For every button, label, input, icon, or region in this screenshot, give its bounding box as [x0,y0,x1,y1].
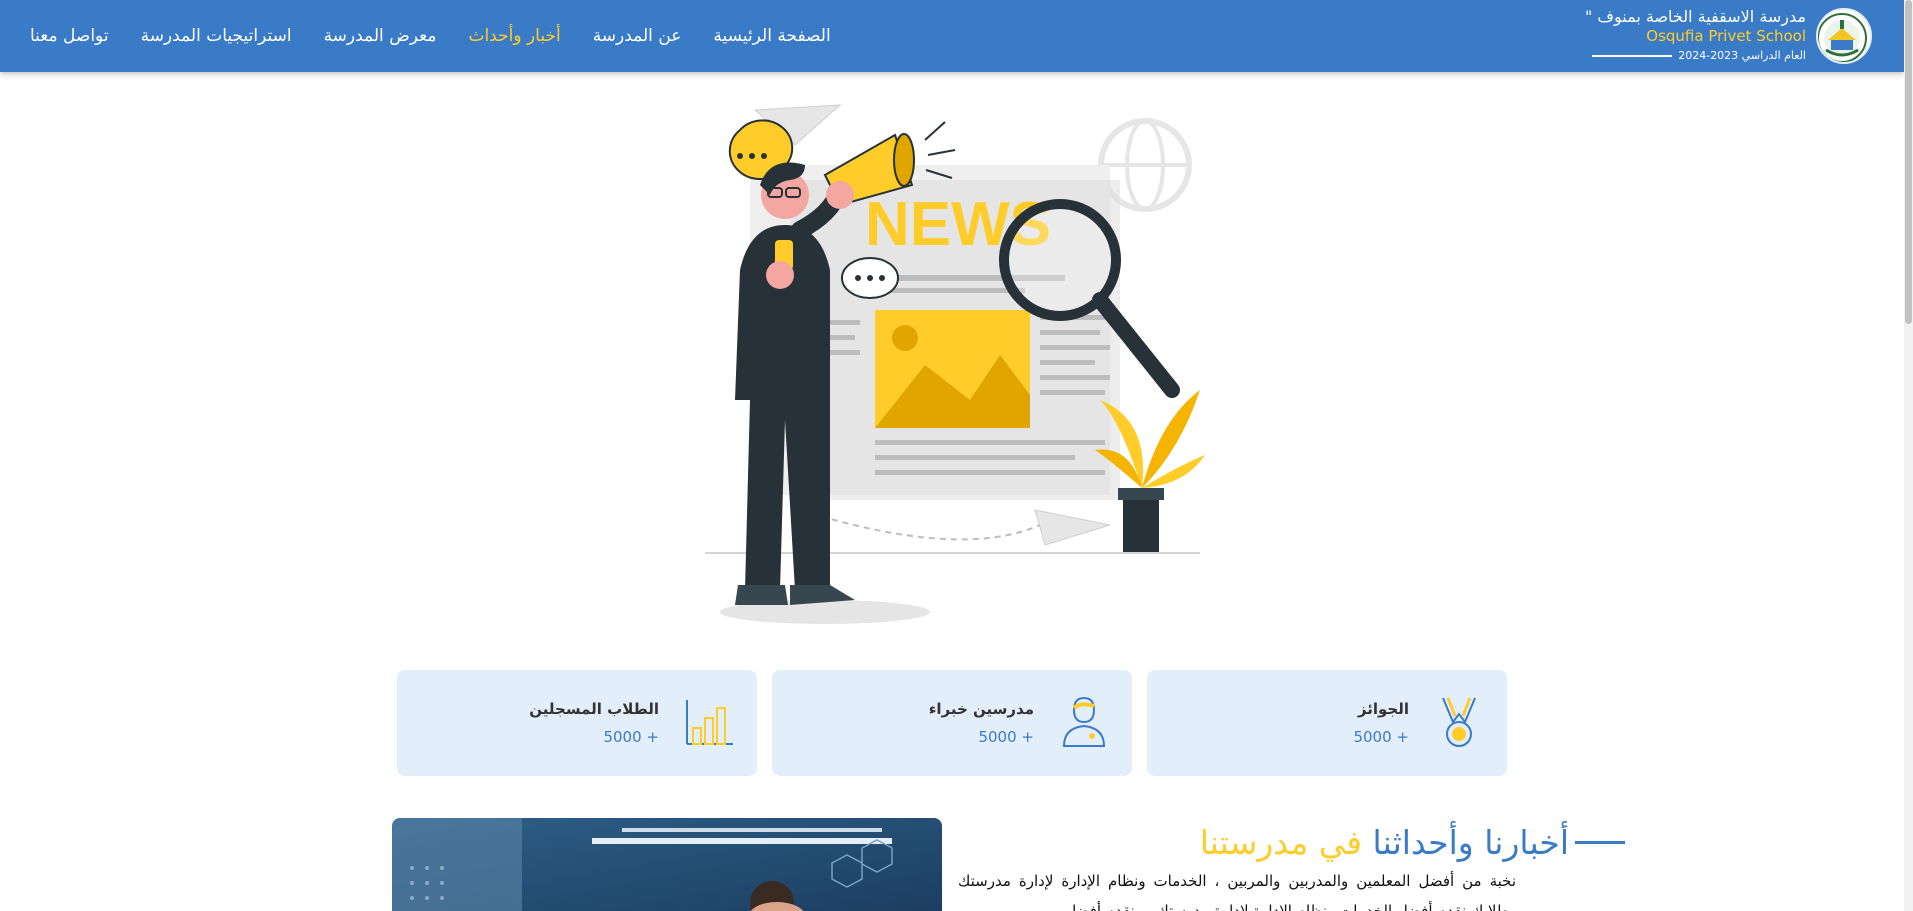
nav-item-gallery[interactable]: معرض المدرسة [324,26,437,46]
nav-item-news[interactable]: أخبار وأحداث [468,26,560,46]
school-crest-icon [1818,13,1867,62]
stat-title: الطلاب المسجلين [529,700,659,718]
stat-count: + 5000 [978,728,1034,746]
stat-card-students: الطلاب المسجلين + 5000 [397,670,757,776]
stat-card-teachers: مدرسين خبراء + 5000 [772,670,1132,776]
news-section-text: نخبة من أفضل المعلمين والمدربين والمربين… [958,872,1516,911]
section-title-accent: في مدرستنا [1199,823,1363,862]
nav-item-about[interactable]: عن المدرسة [593,26,682,46]
stat-title: مدرسين خبراء [928,700,1034,718]
main-nav: تواصل معنا استراتيجيات المدرسة معرض المد… [30,0,831,72]
school-name-arabic: مدرسة الاسقفية الخاصة بمنوف " [1584,7,1806,26]
bar-chart-icon [686,700,733,745]
stat-count: + 5000 [1353,728,1409,746]
academic-year-label: العام الدراسي 2023-2024 [1678,49,1806,62]
section-title-main: أخبارنا وأحداثنا [1362,823,1569,862]
top-navbar: مدرسة الاسقفية الخاصة بمنوف " Osqufia Pr… [0,0,1904,72]
page-scrollbar-thumb[interactable] [1905,0,1912,324]
news-photo [392,818,942,911]
brand-divider [1592,55,1673,57]
medal-icon [1442,697,1476,747]
academic-year: العام الدراسي 2023-2024 [1585,48,1806,64]
teacher-icon [1062,696,1106,747]
news-hero-illustration: NEWS [680,100,1220,630]
brand-block: مدرسة الاسقفية الخاصة بمنوف " Osqufia Pr… [1585,6,1806,64]
news-section-heading: أخبارنا وأحداثنا في مدرستنا [1000,818,1625,868]
nav-item-strategies[interactable]: استراتيجيات المدرسة [141,26,292,46]
stat-card-awards: الجوائز + 5000 [1147,670,1507,776]
nav-item-contact[interactable]: تواصل معنا [30,26,109,46]
nav-item-home[interactable]: الصفحة الرئيسية [713,26,830,46]
section-title: أخبارنا وأحداثنا في مدرستنا [1200,821,1569,865]
stat-count: + 5000 [603,728,659,746]
heading-accent-bar [1575,841,1625,844]
school-logo[interactable] [1816,8,1872,64]
stat-title: الجوائز [1357,700,1409,718]
school-name-english: Osqufia Privet School [1646,27,1806,45]
